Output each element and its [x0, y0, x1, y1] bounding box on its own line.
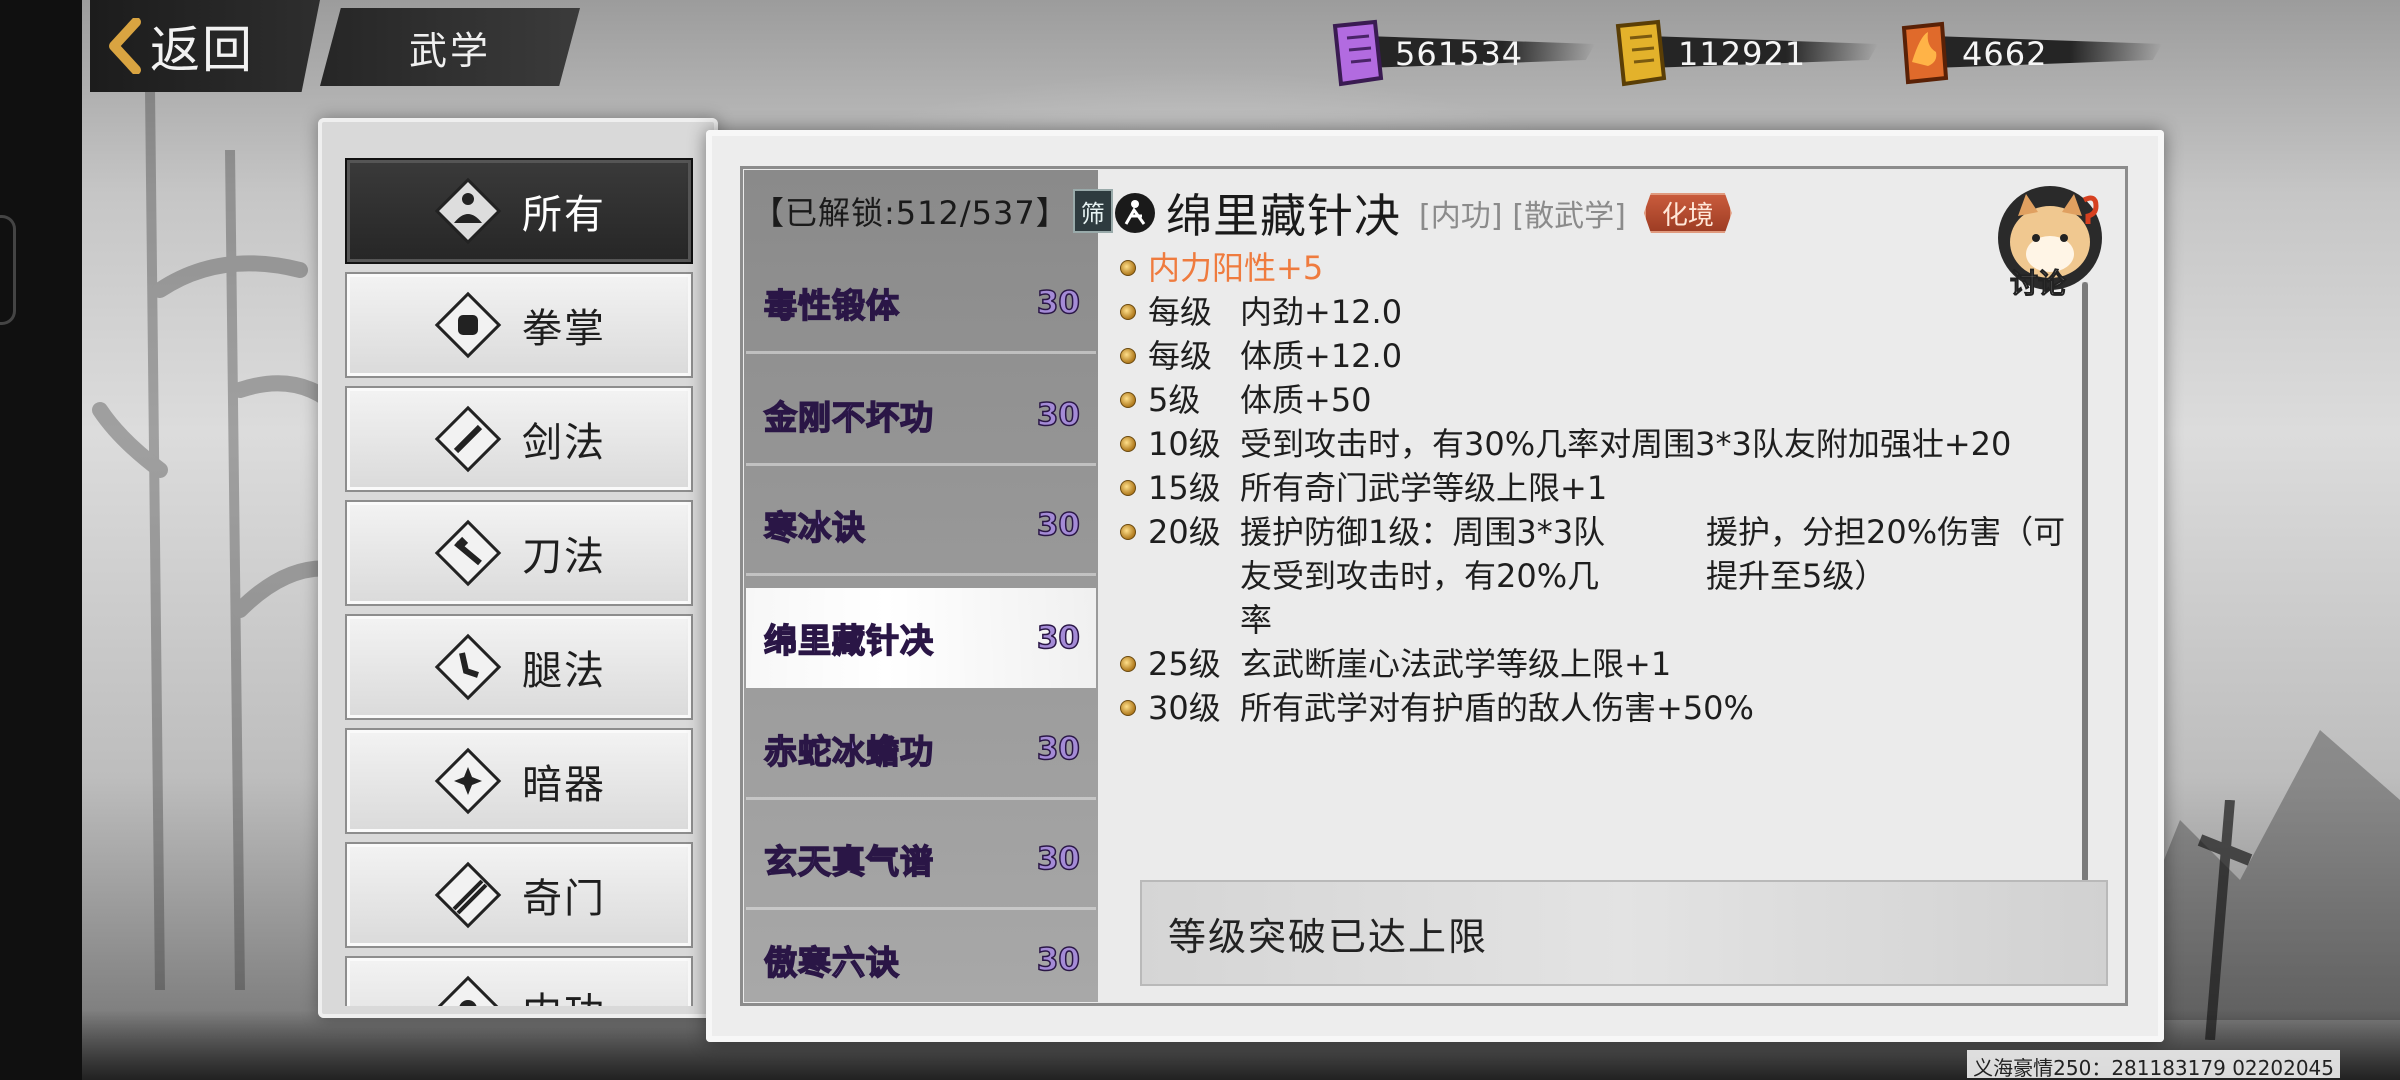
effect-highlight: 内力阳性+5 [1120, 246, 2080, 290]
shuriken-icon [434, 747, 502, 815]
page-title: 武学 [408, 28, 491, 73]
category-kick[interactable]: 腿法 [345, 614, 693, 720]
skill-name: 傲寒六诀 [763, 942, 900, 983]
bullet-dot-icon [1120, 304, 1136, 320]
category-label: 内功 [522, 980, 606, 1006]
staff-icon [434, 861, 502, 929]
effect-item: 20级 援护防御1级：周围3*3队友受到攻击时，有20%几率 援护，分担20%伤害（… [1120, 510, 2080, 642]
skill-row-selected[interactable]: 绵里藏针决 30 [746, 588, 1096, 688]
bullet-dot-icon [1120, 436, 1136, 452]
realm-badge: 化境 [1643, 193, 1732, 233]
category-label: 刀法 [522, 534, 606, 580]
bullet-dot-icon [1120, 480, 1136, 496]
page-title-tab: 武学 [320, 8, 580, 86]
back-button[interactable]: 返回 [90, 0, 320, 92]
category-label: 奇门 [522, 876, 606, 922]
category-blade[interactable]: 刀法 [345, 500, 693, 606]
chevron-left-icon [109, 18, 141, 74]
bullet-dot-icon [1120, 392, 1136, 408]
break-status-text: 等级突破已达上限 [1168, 914, 1489, 959]
skill-name: 赤蛇冰蟾功 [763, 731, 934, 772]
skill-level: 30 [1036, 730, 1081, 768]
skill-row[interactable]: 玄天真气谱 30 [746, 810, 1096, 910]
category-label: 剑法 [522, 420, 606, 466]
bullet-dot-icon [1120, 348, 1136, 364]
category-inner[interactable]: 内功 [345, 956, 693, 1006]
skill-name: 玄天真气谱 [763, 841, 934, 882]
purple-scroll-icon [1332, 19, 1384, 87]
category-label: 暗器 [522, 762, 606, 808]
category-label: 所有 [522, 192, 606, 238]
effect-item: 10级 受到攻击时，有30%几率对周围3*3队友附加强壮+20 [1120, 422, 2080, 466]
effect-item: 每级 体质+12.0 [1120, 334, 2080, 378]
edge-notch [0, 215, 16, 325]
currency-gold[interactable]: 112921 [1608, 18, 1878, 90]
meditate-icon [434, 177, 502, 245]
skill-level: 30 [1036, 396, 1081, 434]
unlock-header: 【已解锁:512/537】 筛 [752, 186, 1113, 236]
category-label: 拳掌 [522, 306, 606, 352]
category-sword[interactable]: 剑法 [345, 386, 693, 492]
inner-icon [434, 975, 502, 1006]
skill-row[interactable]: 赤蛇冰蟾功 30 [746, 700, 1096, 800]
skill-type-tag: [内功] [1419, 199, 1503, 234]
skill-level: 30 [1036, 840, 1081, 878]
bullet-dot-icon [1120, 700, 1136, 716]
category-all[interactable]: 所有 [345, 158, 693, 264]
skill-name: 寒冰诀 [763, 507, 866, 548]
skill-title: 绵里藏针决 [1166, 189, 1401, 243]
effect-item: 25级 玄武断崖心法武学等级上限+1 [1120, 642, 2080, 686]
category-special[interactable]: 奇门 [345, 842, 693, 948]
game-scene: 返回 武学 561534 112921 4662 所有 拳掌 剑法 刀法 腿法 … [0, 0, 2400, 1080]
effect-list: 内力阳性+5 每级 内劲+12.0 每级 体质+12.0 5级 体质+50 10级 受到… [1120, 246, 2080, 730]
skill-level: 30 [1036, 284, 1081, 322]
fist-icon [434, 291, 502, 359]
currency-value: 112921 [1678, 35, 1807, 73]
watermark: 义海豪情250：281183179 02202045 [1967, 1050, 2340, 1080]
sword-ink-decoration [2197, 800, 2253, 1040]
break-status-box: 等级突破已达上限 [1140, 880, 2108, 986]
gold-scroll-icon [1615, 19, 1667, 87]
currency-flame[interactable]: 4662 [1892, 18, 2162, 90]
category-fist[interactable]: 拳掌 [345, 272, 693, 378]
skill-level: 30 [1036, 619, 1081, 657]
category-hidden-weapon[interactable]: 暗器 [345, 728, 693, 834]
detail-scrollbar[interactable] [2082, 282, 2088, 882]
skill-level: 30 [1036, 941, 1081, 979]
sword-icon [434, 405, 502, 473]
effect-item: 5级 体质+50 [1120, 378, 2080, 422]
flame-scroll-icon [1901, 21, 1949, 85]
bullet-dot-icon [1120, 524, 1136, 540]
skill-name: 毒性锻体 [763, 285, 900, 326]
skill-type-icon [1115, 193, 1155, 233]
skill-row[interactable]: 傲寒六诀 30 [746, 920, 1096, 1000]
effect-item: 每级 内劲+12.0 [1120, 290, 2080, 334]
effect-item: 30级 所有武学对有护盾的敌人伤害+50% [1120, 686, 2080, 730]
skill-row[interactable]: 金刚不坏功 30 [746, 366, 1096, 466]
kick-icon [434, 633, 502, 701]
currency-value: 4662 [1962, 35, 2048, 73]
skill-name: 绵里藏针决 [763, 620, 934, 661]
skill-detail-header: 绵里藏针决 [内功] [散武学] 化境 [1112, 186, 1732, 243]
back-label: 返回 [150, 21, 254, 79]
skill-name: 金刚不坏功 [763, 397, 934, 438]
category-list[interactable]: 所有 拳掌 剑法 刀法 腿法 暗器 奇门 [345, 158, 693, 1006]
currency-purple[interactable]: 561534 [1325, 18, 1595, 90]
scrollbar-thumb[interactable] [2082, 282, 2088, 882]
blade-icon [434, 519, 502, 587]
bullet-dot-icon [1120, 260, 1136, 276]
filter-button[interactable]: 筛 [1072, 189, 1113, 233]
category-label: 腿法 [522, 648, 606, 694]
skill-row[interactable]: 寒冰诀 30 [746, 476, 1096, 576]
currency-value: 561534 [1395, 35, 1524, 73]
bamboo-ink-decoration [92, 90, 348, 990]
bullet-dot-icon [1120, 656, 1136, 672]
skill-school-tag: [散武学] [1512, 199, 1626, 234]
skill-row[interactable]: 毒性锻体 30 [746, 254, 1096, 354]
unlock-count: 【已解锁:512/537】 [752, 194, 1069, 232]
effect-item: 15级 所有奇门武学等级上限+1 [1120, 466, 2080, 510]
skill-level: 30 [1036, 506, 1081, 544]
left-edge-bar [0, 0, 82, 1080]
